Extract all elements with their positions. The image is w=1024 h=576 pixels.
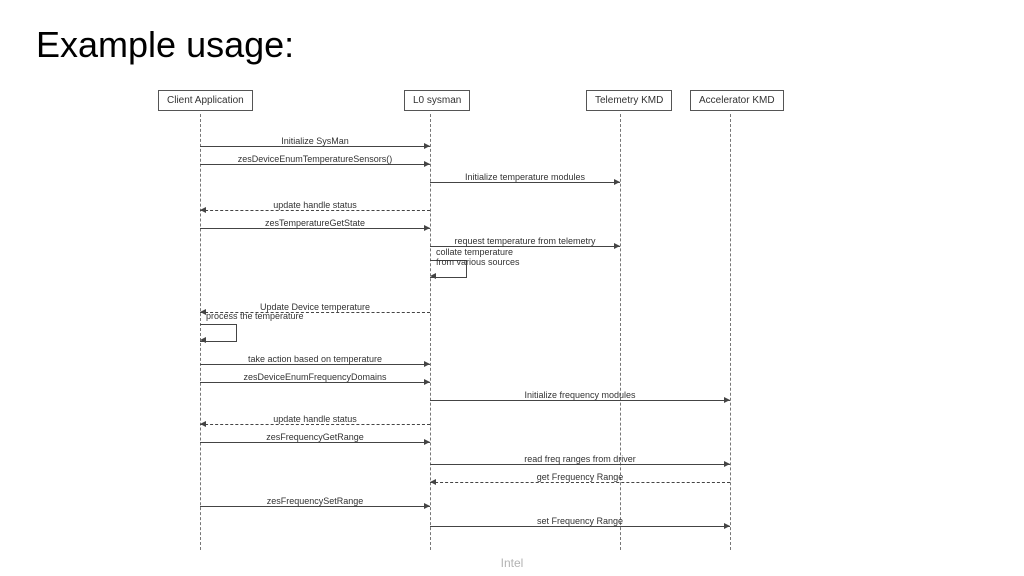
message-label: read freq ranges from driver — [430, 454, 730, 464]
message: request temperature from telemetry — [430, 234, 620, 248]
actor-telemetry-kmd: Telemetry KMD — [586, 90, 672, 111]
actor-accelerator-kmd: Accelerator KMD — [690, 90, 784, 111]
message: zesDeviceEnumTemperatureSensors() — [200, 152, 430, 166]
message-label: Initialize temperature modules — [430, 172, 620, 182]
actor-client: Client Application — [158, 90, 253, 111]
self-message-label: collate temperaturefrom various sources — [436, 248, 520, 268]
self-message-label: process the temperature — [206, 312, 304, 322]
actor-sysman: L0 sysman — [404, 90, 470, 111]
message-label: zesDeviceEnumFrequencyDomains — [200, 372, 430, 382]
message: zesFrequencyGetRange — [200, 430, 430, 444]
page-title: Example usage: — [36, 24, 294, 66]
message-label: request temperature from telemetry — [430, 236, 620, 246]
message: zesTemperatureGetState — [200, 216, 430, 230]
message: update handle status — [200, 198, 430, 212]
message-label: zesFrequencyGetRange — [200, 432, 430, 442]
message-label: get Frequency Range — [430, 472, 730, 482]
message: zesFrequencySetRange — [200, 494, 430, 508]
message: set Frequency Range — [430, 514, 730, 528]
arrow-head-icon — [200, 337, 206, 343]
lifeline-accelerator-kmd — [730, 114, 731, 550]
message: Initialize SysMan — [200, 134, 430, 148]
footer-brand: Intel — [0, 556, 1024, 570]
message-label: zesTemperatureGetState — [200, 218, 430, 228]
message-label: take action based on temperature — [200, 354, 430, 364]
message-label: update handle status — [200, 414, 430, 424]
message-label: zesFrequencySetRange — [200, 496, 430, 506]
message: Initialize frequency modules — [430, 388, 730, 402]
message-label: set Frequency Range — [430, 516, 730, 526]
message-label: Initialize SysMan — [200, 136, 430, 146]
message-label: zesDeviceEnumTemperatureSensors() — [200, 154, 430, 164]
arrow-head-icon — [430, 273, 436, 279]
sequence-diagram: Client Application L0 sysman Telemetry K… — [150, 90, 890, 550]
message: read freq ranges from driver — [430, 452, 730, 466]
message: take action based on temperature — [200, 352, 430, 366]
message: update handle status — [200, 412, 430, 426]
message: get Frequency Range — [430, 470, 730, 484]
message: zesDeviceEnumFrequencyDomains — [200, 370, 430, 384]
message-label: Initialize frequency modules — [430, 390, 730, 400]
message: Initialize temperature modules — [430, 170, 620, 184]
message-label: update handle status — [200, 200, 430, 210]
lifeline-telemetry-kmd — [620, 114, 621, 550]
